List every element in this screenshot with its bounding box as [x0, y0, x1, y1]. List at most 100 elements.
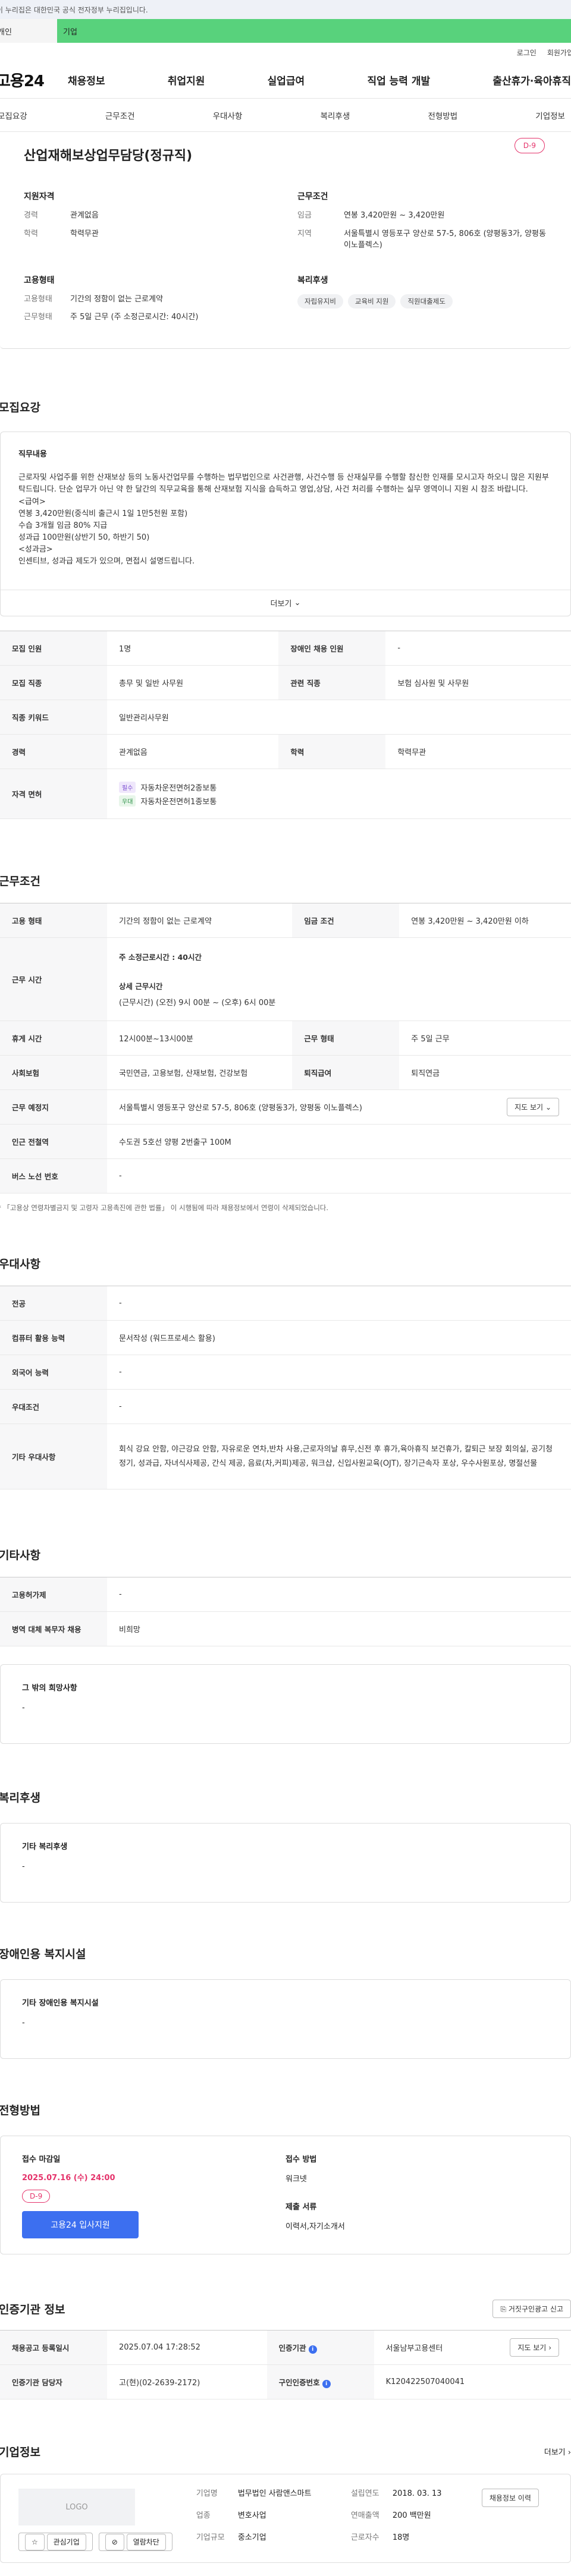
welfare-chip: 직원대출제도 [400, 294, 453, 308]
emp-k: 근무형태 [24, 313, 52, 322]
report-button[interactable]: ⎘ 거짓구인광고 신고 [492, 2300, 571, 2319]
cell-key: 병역 대체 복무자 채용 [0, 1611, 107, 1647]
subnav-selection[interactable]: 전형방법 [428, 109, 457, 121]
table-row: 컴퓨터 활용 능력 문서작성 (워드프로세스 활용) [0, 1320, 571, 1356]
conditions-section: 근무조건 고용 형태 기간의 정함이 없는 근로계약 임금 조건 연봉 3,420만… [0, 873, 571, 1213]
method-value: 워크넷 [286, 2175, 307, 2184]
recruit-table: 모집 인원 1명 장애인 채용 인원 - 모집 직종 총무 및 일반 사무원 관련 직… [0, 631, 571, 820]
gnb-item-training[interactable]: 직업 능력 개발 [367, 73, 430, 87]
table-row: 근무 시간 주 소정근로시간 : 40시간 상세 근무시간 (근무시간) (오전… [0, 937, 571, 1022]
site-logo[interactable]: 고용24 [0, 69, 68, 91]
company-more-link[interactable]: 더보기 › [544, 2446, 571, 2457]
cell-key: 고용 형태 [0, 903, 107, 939]
cell-value: 보험 심사원 및 사무원 [385, 665, 571, 701]
job-history-button[interactable]: 채용정보 이력 [481, 2489, 539, 2508]
cell-key: 직종 키워드 [0, 700, 107, 735]
gnb-item-leave[interactable]: 출산휴가·육아휴직 [492, 73, 571, 87]
table-row: 전공 - [0, 1286, 571, 1321]
info-icon[interactable]: i [308, 2345, 317, 2354]
welfare-block: 복리후생 자립유지비 교육비 지원 직원대출제도 [297, 274, 547, 331]
info-key: 근로자수 [350, 2533, 379, 2542]
block-button[interactable]: ⊘ 열람차단 [98, 2533, 172, 2552]
gnb-item-unemployment[interactable]: 실업급여 [268, 73, 305, 87]
cell-key: 퇴직급여 [292, 1055, 400, 1091]
license-tag: 필수 [119, 781, 136, 793]
info-icon[interactable]: i [322, 2379, 331, 2388]
duty-heading: 직무내용 [18, 450, 47, 459]
cell-value: - [385, 631, 571, 666]
work-k: 지역 [297, 229, 312, 238]
cell-key: 전공 [0, 1286, 107, 1321]
subnav-benefits[interactable]: 복리후생 [321, 109, 350, 121]
star-icon: ☆ [25, 2534, 45, 2551]
hope-heading: 그 밖의 희망사항 [22, 1684, 77, 1693]
login-link[interactable]: 로그인 [517, 48, 537, 58]
qual-block: 지원자격 경력 관계없음 학력 학력무관 [24, 190, 274, 259]
hours-cell: 주 소정근로시간 : 40시간 상세 근무시간 (근무시간) (오전) 9시 0… [107, 937, 571, 1022]
apply-button[interactable]: 고용24 입사지원 [22, 2211, 139, 2239]
subnav-preference[interactable]: 우대사항 [213, 109, 243, 121]
qual-k: 학력 [24, 229, 38, 238]
duty-box: 직무내용 근로자및 사업주를 위한 산재보상 등의 노동사건업무를 수행하는 법… [0, 432, 571, 617]
signup-link[interactable]: 회원가입 [547, 48, 571, 58]
duty-text: 근로자및 사업주를 위한 산재보상 등의 노동사건업무를 수행하는 법무법인으로… [18, 473, 549, 566]
info-value: 200 백만원 [392, 2511, 431, 2520]
other-section: 기타사항 고용허가제 - 병역 대체 복무자 채용 비희망 그 밖의 희망사항 - [0, 1547, 571, 1744]
cell-value: - [107, 1158, 571, 1194]
cell-key: 인근 전철역 [0, 1124, 107, 1160]
cell-value: 주 5일 근무 [399, 1021, 571, 1056]
cell-value: 2025.07.04 17:28:52 [107, 2330, 267, 2366]
info-value: 법무법인 사람앤스마트 [237, 2489, 312, 2499]
favorite-button[interactable]: ☆ 관심기업 [18, 2533, 93, 2552]
table-row: 기타 우대사항 회식 강요 안함, 야근강요 안함, 자유로운 연차,반차 사용,… [0, 1424, 571, 1490]
chevron-down-icon: ⌄ [294, 599, 301, 608]
disability-heading: 기타 장애인용 복지시설 [22, 1999, 99, 2008]
cell-key: 모집 직종 [0, 665, 107, 701]
map-button[interactable]: 지도 보기 ⌄ [507, 1098, 559, 1117]
company-title: 기업정보 [0, 2446, 40, 2460]
preference-section: 우대사항 전공 - 컴퓨터 활용 능력 문서작성 (워드프로세스 활용) 외국어 능… [0, 1255, 571, 1490]
chevron-right-icon: › [567, 2448, 571, 2458]
emp-k: 고용형태 [24, 294, 52, 304]
info-value: 변호사업 [237, 2511, 266, 2520]
table-row: 외국어 능력 - [0, 1355, 571, 1390]
cell-value: 국민연금, 고용보험, 산재보험, 건강보험 [107, 1055, 293, 1091]
table-row: 모집 인원 1명 장애인 채용 인원 - [0, 631, 571, 666]
work-k: 임금 [297, 211, 312, 220]
hours-weekly: 40시간 [177, 953, 202, 962]
map-button[interactable]: 지도 보기 › [510, 2338, 559, 2357]
info-value: 중소기업 [237, 2533, 266, 2542]
subnav-company[interactable]: 기업정보 [535, 109, 565, 121]
table-row: 인근 전철역 수도권 5호선 양평 2번출구 100M [0, 1124, 571, 1160]
other-title: 기타사항 [0, 1549, 40, 1563]
license-name: 자동차운전면허1종보통 [140, 797, 217, 807]
table-row: 채용공고 등록일시 2025.07.04 17:28:52 인증기관 i 서울남부고… [0, 2330, 571, 2366]
tab-business[interactable]: 기업 [57, 19, 571, 43]
info-value: 18명 [392, 2533, 410, 2542]
job-summary-card: 산업재해보상업무담당(정규직) D-9 지원자격 경력 관계없음 학력 학력무관 근… [0, 132, 571, 349]
more-button[interactable]: 더보기 ⌄ [1, 590, 570, 616]
subnav-recruit[interactable]: 모집요강 [0, 109, 27, 121]
dday-badge: D-9 [514, 138, 545, 153]
cell-key: 기타 우대사항 [0, 1424, 107, 1490]
deadline-label: 접수 마감일 [22, 2155, 61, 2165]
company-logo: LOGO [18, 2489, 135, 2526]
gnb-item-jobs[interactable]: 채용정보 [68, 73, 105, 87]
hope-box: 그 밖의 희망사항 - [0, 1664, 571, 1744]
hours-detail-label: 상세 근무시간 [119, 982, 163, 991]
disability-title: 장애인용 복지시설 [0, 1948, 86, 1961]
welfare-heading: 복리후생 [297, 275, 328, 285]
info-key: 기업규모 [196, 2533, 225, 2542]
cell-key: 사회보험 [0, 1055, 107, 1091]
benefits-value: - [22, 1862, 25, 1872]
table-row: 인증기관 담당자 고(현)(02-2639-2172) 구인인증번호 i K1204… [0, 2364, 571, 2400]
company-info-col2: 설립연도 2018. 03. 13 연매출액 200 백만원 근로자수 18명 [351, 2489, 458, 2548]
cell-value: K120422507040041 [374, 2364, 571, 2400]
tab-individual[interactable]: 개인 [0, 19, 57, 43]
benefits-section: 복리후생 기타 복리후생 - [0, 1789, 571, 1903]
gnb-item-support[interactable]: 취업지원 [168, 73, 205, 87]
cell-key: 자격 면허 [0, 769, 107, 820]
subnav-conditions[interactable]: 근무조건 [105, 109, 135, 121]
cell-value: 1명 [107, 631, 279, 666]
info-key: 연매출액 [350, 2511, 379, 2520]
